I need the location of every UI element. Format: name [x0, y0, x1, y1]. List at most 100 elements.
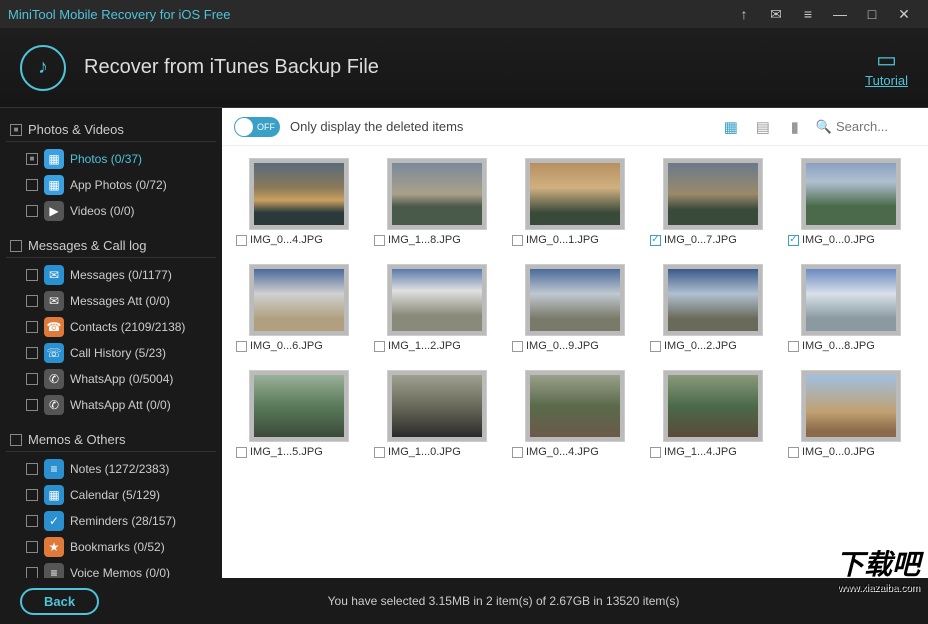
thumbnail-cell[interactable]: IMG_0...4.JPG [512, 370, 638, 458]
sidebar-item[interactable]: ★Bookmarks (0/52) [6, 534, 216, 560]
thumbnail-cell[interactable]: IMG_0...7.JPG [650, 158, 776, 246]
thumbnail-cell[interactable]: IMG_1...4.JPG [650, 370, 776, 458]
back-button[interactable]: Back [20, 588, 99, 615]
thumbnail-cell[interactable]: IMG_0...9.JPG [512, 264, 638, 352]
checkbox[interactable] [26, 463, 38, 475]
sidebar-item[interactable]: ▦App Photos (0/72) [6, 172, 216, 198]
checkbox[interactable] [512, 235, 523, 246]
thumbnail-cell[interactable]: IMG_0...2.JPG [650, 264, 776, 352]
thumbnail-cell[interactable]: IMG_1...5.JPG [236, 370, 362, 458]
mail-icon[interactable]: ✉ [760, 6, 792, 23]
checkbox[interactable] [10, 124, 22, 136]
search-input[interactable] [836, 119, 916, 134]
thumbnail[interactable] [387, 158, 487, 230]
sidebar-item[interactable]: ✓Reminders (28/157) [6, 508, 216, 534]
thumbnail-cell[interactable]: IMG_0...1.JPG [512, 158, 638, 246]
sidebar-item[interactable]: ✆WhatsApp (0/5004) [6, 366, 216, 392]
thumbnail[interactable] [249, 264, 349, 336]
checkbox[interactable] [788, 341, 799, 352]
sidebar-item-label: Notes (1272/2383) [70, 462, 169, 476]
thumbnail[interactable] [663, 264, 763, 336]
thumbnail[interactable] [525, 264, 625, 336]
thumbnail[interactable] [525, 370, 625, 442]
thumbnail-cell[interactable]: IMG_0...8.JPG [788, 264, 914, 352]
thumbnail-cell[interactable]: IMG_0...0.JPG [788, 370, 914, 458]
sidebar-item[interactable]: ≡Notes (1272/2383) [6, 456, 216, 482]
sidebar-item[interactable]: ▦Calendar (5/129) [6, 482, 216, 508]
sidebar-item[interactable]: ☎Contacts (2109/2138) [6, 314, 216, 340]
checkbox[interactable] [236, 235, 247, 246]
sidebar-item-label: Voice Memos (0/0) [70, 566, 170, 578]
thumbnail[interactable] [801, 370, 901, 442]
checkbox[interactable] [26, 515, 38, 527]
thumbnail[interactable] [801, 158, 901, 230]
checkbox[interactable] [788, 235, 799, 246]
deleted-filter-toggle[interactable]: OFF [234, 117, 280, 137]
checkbox[interactable] [10, 240, 22, 252]
checkbox[interactable] [512, 447, 523, 458]
list-view-icon[interactable]: ▤ [752, 118, 774, 136]
checkbox[interactable] [650, 341, 661, 352]
sidebar-group-head[interactable]: Memos & Others [6, 428, 216, 452]
checkbox[interactable] [26, 541, 38, 553]
thumbnail[interactable] [663, 158, 763, 230]
checkbox[interactable] [512, 341, 523, 352]
checkbox[interactable] [650, 235, 661, 246]
sidebar-group-head[interactable]: Messages & Call log [6, 234, 216, 258]
sidebar-item[interactable]: ▶Videos (0/0) [6, 198, 216, 224]
checkbox[interactable] [236, 341, 247, 352]
maximize-icon[interactable]: □ [856, 6, 888, 22]
sidebar-item[interactable]: ✉Messages (0/1177) [6, 262, 216, 288]
sidebar-item-label: Videos (0/0) [70, 204, 134, 218]
checkbox[interactable] [26, 179, 38, 191]
close-icon[interactable]: ✕ [888, 6, 920, 23]
checkbox[interactable] [26, 269, 38, 281]
checkbox[interactable] [26, 347, 38, 359]
thumbnail[interactable] [387, 370, 487, 442]
checkbox[interactable] [236, 447, 247, 458]
grid-view-icon[interactable]: ▦ [720, 118, 742, 136]
thumbnail[interactable] [387, 264, 487, 336]
checkbox[interactable] [788, 447, 799, 458]
sidebar-item[interactable]: ≡Voice Memos (0/0) [6, 560, 216, 578]
thumbnail[interactable] [801, 264, 901, 336]
checkbox[interactable] [650, 447, 661, 458]
thumbnail[interactable] [663, 370, 763, 442]
sidebar-item[interactable]: ✆WhatsApp Att (0/0) [6, 392, 216, 418]
main-panel: OFF Only display the deleted items ▦ ▤ ▮… [222, 108, 928, 578]
thumbnail-cell[interactable]: IMG_1...0.JPG [374, 370, 500, 458]
checkbox[interactable] [26, 153, 38, 165]
thumbnail-cell[interactable]: IMG_1...2.JPG [374, 264, 500, 352]
checkbox[interactable] [26, 567, 38, 578]
sidebar-item[interactable]: ✉Messages Att (0/0) [6, 288, 216, 314]
checkbox[interactable] [26, 205, 38, 217]
thumbnail[interactable] [249, 370, 349, 442]
checkbox[interactable] [26, 399, 38, 411]
upload-icon[interactable]: ↑ [728, 6, 760, 22]
tutorial-link[interactable]: ▭ Tutorial [865, 47, 908, 88]
thumbnail-cell[interactable]: IMG_0...0.JPG [788, 158, 914, 246]
thumbnail-cell[interactable]: IMG_1...8.JPG [374, 158, 500, 246]
detail-view-icon[interactable]: ▮ [784, 118, 806, 136]
file-name: IMG_0...0.JPG [802, 234, 875, 246]
checkbox[interactable] [26, 321, 38, 333]
checkbox[interactable] [10, 434, 22, 446]
checkbox[interactable] [26, 295, 38, 307]
minimize-icon[interactable]: — [824, 6, 856, 22]
checkbox[interactable] [374, 447, 385, 458]
checkbox[interactable] [374, 341, 385, 352]
checkbox[interactable] [374, 235, 385, 246]
sidebar-item[interactable]: ☏Call History (5/23) [6, 340, 216, 366]
checkbox[interactable] [26, 489, 38, 501]
checkbox[interactable] [26, 373, 38, 385]
status-text: You have selected 3.15MB in 2 item(s) of… [99, 594, 908, 608]
sidebar-item[interactable]: ▦Photos (0/37) [6, 146, 216, 172]
thumbnail[interactable] [249, 158, 349, 230]
menu-icon[interactable]: ≡ [792, 6, 824, 22]
thumbnail[interactable] [525, 158, 625, 230]
thumbnail-cell[interactable]: IMG_0...6.JPG [236, 264, 362, 352]
search-box[interactable]: 🔍 [816, 119, 916, 135]
thumbnail-cell[interactable]: IMG_0...4.JPG [236, 158, 362, 246]
category-icon: ☎ [44, 317, 64, 337]
sidebar-group-head[interactable]: Photos & Videos [6, 118, 216, 142]
